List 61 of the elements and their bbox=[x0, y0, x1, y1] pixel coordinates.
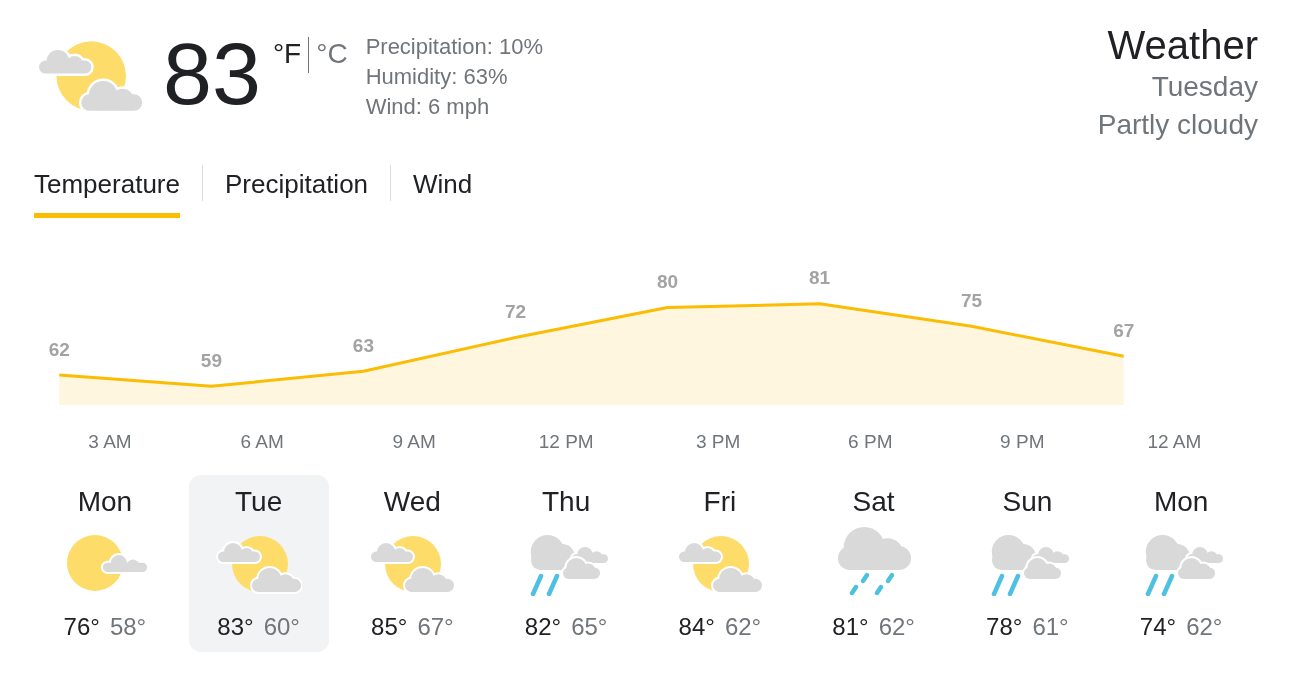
value-label: 81 bbox=[809, 267, 831, 289]
weather-detail: Humidity: 63% bbox=[365, 63, 509, 91]
value-label: 63 bbox=[352, 334, 374, 356]
high-temperature: 85° bbox=[371, 613, 408, 641]
high-temperature: 83° bbox=[217, 613, 254, 641]
time-label: 3 PM bbox=[696, 430, 741, 452]
high-temperature: 74° bbox=[1139, 613, 1177, 641]
day-name: Mon bbox=[1153, 485, 1209, 519]
current-temperature: 83 bbox=[163, 30, 261, 118]
low-temperature: 62° bbox=[1186, 613, 1223, 641]
value-label: 72 bbox=[504, 301, 527, 322]
chart-tab[interactable]: Precipitation bbox=[224, 160, 369, 218]
day-name: Tue bbox=[235, 485, 283, 519]
chart-tab[interactable]: Temperature bbox=[34, 160, 180, 218]
time-label: 6 AM bbox=[240, 430, 284, 452]
weather-detail: Precipitation: 10% bbox=[365, 33, 543, 61]
day-name: Wed bbox=[383, 485, 441, 519]
day-card[interactable]: Mon 74° 62° bbox=[1111, 475, 1251, 652]
high-temperature: 81° bbox=[832, 613, 869, 641]
chart-tab[interactable]: Wind bbox=[413, 160, 473, 218]
day-card[interactable]: Sun 78° 61° bbox=[957, 475, 1098, 652]
unit-toggle[interactable]: °C bbox=[316, 38, 348, 70]
low-temperature: 58° bbox=[109, 613, 147, 641]
time-label: 12 AM bbox=[1147, 430, 1202, 452]
time-label: 9 AM bbox=[392, 430, 436, 452]
high-temperature: 84° bbox=[678, 613, 715, 641]
time-label: 6 PM bbox=[848, 430, 893, 452]
day-name: Fri bbox=[703, 485, 737, 519]
value-label: 75 bbox=[961, 289, 983, 311]
time-label: 9 PM bbox=[1000, 430, 1045, 452]
day-card[interactable]: Wed 85° 67° bbox=[342, 475, 483, 652]
day-card[interactable]: Sat 81° 62° bbox=[803, 475, 944, 652]
value-label: 59 bbox=[200, 349, 222, 371]
day-name: Sun bbox=[1002, 485, 1053, 519]
day-card[interactable]: Thu 82° 65° bbox=[496, 475, 636, 652]
day-name: Thu bbox=[542, 485, 591, 519]
value-label: 80 bbox=[656, 271, 679, 292]
unit-toggle[interactable]: °F bbox=[272, 38, 302, 70]
day-name: Mon bbox=[77, 485, 133, 519]
low-temperature: 60° bbox=[263, 613, 300, 641]
low-temperature: 61° bbox=[1032, 613, 1069, 641]
sun-clouds-icon bbox=[36, 40, 144, 112]
day-card[interactable]: Mon 76° 58° bbox=[35, 475, 175, 652]
condition-label: Partly cloudy bbox=[1097, 108, 1258, 142]
high-temperature: 76° bbox=[63, 613, 100, 641]
day-card[interactable]: Tue 83° 60° bbox=[188, 475, 329, 652]
high-temperature: 82° bbox=[524, 613, 562, 641]
low-temperature: 62° bbox=[724, 613, 762, 641]
time-label: 12 PM bbox=[538, 430, 594, 452]
day-label: Tuesday bbox=[1151, 70, 1258, 104]
value-label: 67 bbox=[1113, 319, 1135, 341]
day-card[interactable]: Fri 84° 62° bbox=[650, 475, 790, 652]
weather-title: Weather bbox=[1107, 22, 1258, 68]
day-name: Sat bbox=[852, 485, 895, 519]
weather-detail: Wind: 6 mph bbox=[365, 93, 491, 121]
value-label: 62 bbox=[48, 338, 70, 360]
low-temperature: 67° bbox=[417, 613, 454, 641]
high-temperature: 78° bbox=[986, 613, 1023, 641]
time-label: 3 AM bbox=[88, 430, 132, 452]
low-temperature: 65° bbox=[571, 613, 608, 641]
low-temperature: 62° bbox=[878, 613, 915, 641]
